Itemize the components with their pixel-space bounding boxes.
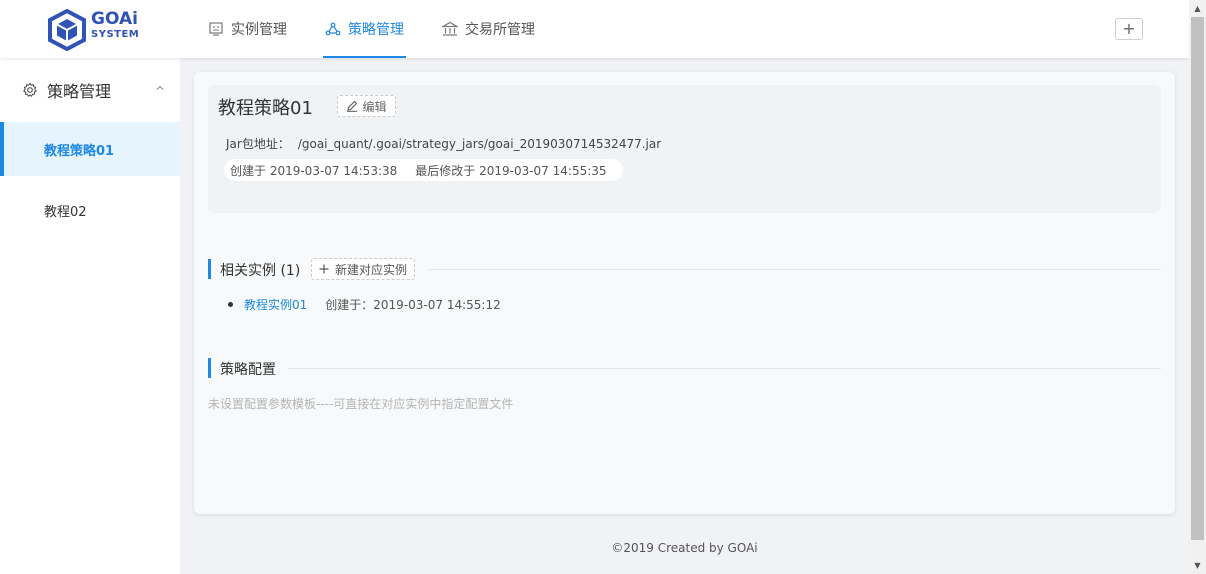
instance-created: 创建于：2019-03-07 14:55:12 [325, 298, 501, 312]
footer-copyright: ©2019 Created by GOAi [611, 541, 758, 555]
nav-label: 实例管理 [231, 22, 287, 38]
nav-exchange-management[interactable]: 交易所管理 [440, 0, 537, 58]
strategy-info-box: 教程策略01 编辑 Jar包地址： /goai_quant/.goai/strat… [208, 85, 1161, 213]
list-item: 教程实例01 创建于：2019-03-07 14:55:12 [228, 296, 501, 313]
plus-icon [319, 264, 329, 274]
edit-label: 编辑 [362, 99, 387, 114]
bullet [228, 302, 233, 307]
timestamps-pill: 创建于 2019-03-07 14:53:38 最后修改于 2019-03-07… [224, 159, 623, 181]
cluster-icon [325, 22, 341, 36]
scroll-down-arrow-icon[interactable]: ▼ [1189, 557, 1206, 574]
strategy-config-section: 策略配置 [208, 358, 1161, 378]
add-button[interactable]: + [1115, 18, 1143, 40]
logo-name-top: GOAi [91, 9, 138, 29]
cube-logo-icon [48, 9, 86, 51]
sidebar-group-label: 策略管理 [47, 82, 112, 101]
gear-icon [23, 82, 37, 97]
section-title: 相关实例 (1) [220, 263, 301, 279]
scrollbar-thumb[interactable] [1191, 17, 1204, 540]
pencil-icon [347, 100, 358, 112]
section-accent-bar [208, 358, 211, 378]
jar-path-row: Jar包地址： /goai_quant/.goai/strategy_jars/g… [226, 135, 661, 152]
page-title: 教程策略01 [218, 98, 313, 119]
main-nav: 实例管理 策略管理 交易所管理 [206, 0, 571, 58]
goai-logo[interactable]: GOAi SYSTEM [48, 9, 148, 51]
nav-instance-management[interactable]: 实例管理 [206, 0, 289, 58]
jar-path: /goai_quant/.goai/strategy_jars/goai_201… [297, 137, 662, 151]
sidebar-item-label: 教程策略01 [44, 143, 115, 159]
modified-time: 最后修改于 2019-03-07 14:55:35 [415, 163, 607, 178]
vertical-scrollbar[interactable]: ▲ ▼ [1189, 0, 1206, 574]
related-instances-section: 相关实例 (1) 新建对应实例 [208, 258, 1161, 280]
instance-link[interactable]: 教程实例01 [244, 296, 307, 313]
logo-name-bottom: SYSTEM [91, 29, 140, 40]
section-divider [288, 368, 1161, 369]
new-instance-label: 新建对应实例 [335, 262, 408, 277]
nav-label: 策略管理 [348, 22, 404, 38]
sidebar-group-strategy[interactable]: 策略管理 [0, 58, 180, 122]
nav-label: 交易所管理 [465, 22, 535, 38]
scroll-up-arrow-icon[interactable]: ▲ [1189, 0, 1206, 17]
section-divider [429, 269, 1161, 270]
bank-icon [442, 21, 458, 36]
created-time: 创建于 2019-03-07 14:53:38 [230, 163, 398, 178]
section-title: 策略配置 [220, 362, 276, 378]
chevron-up-icon [156, 85, 164, 90]
sidebar-item-label: 教程02 [44, 204, 87, 220]
strategy-detail-card: 教程策略01 编辑 Jar包地址： /goai_quant/.goai/strat… [194, 72, 1175, 514]
section-accent-bar [208, 259, 211, 279]
jar-label: Jar包地址： [226, 137, 290, 151]
edit-button[interactable]: 编辑 [337, 95, 396, 117]
top-header: GOAi SYSTEM 实例管理 策略管理 交易所管理 + [0, 0, 1189, 58]
monitor-icon [209, 22, 223, 36]
logo-text: GOAi SYSTEM [91, 11, 139, 40]
sidebar: 策略管理 教程策略01 教程02 [0, 58, 180, 574]
empty-config-text: 未设置配置参数模板----可直接在对应实例中指定配置文件 [208, 397, 514, 411]
nav-strategy-management[interactable]: 策略管理 [323, 0, 406, 58]
new-instance-button[interactable]: 新建对应实例 [311, 258, 416, 280]
sidebar-item-tutorial-strategy-01[interactable]: 教程策略01 [0, 122, 180, 176]
sidebar-item-tutorial-02[interactable]: 教程02 [0, 183, 180, 237]
